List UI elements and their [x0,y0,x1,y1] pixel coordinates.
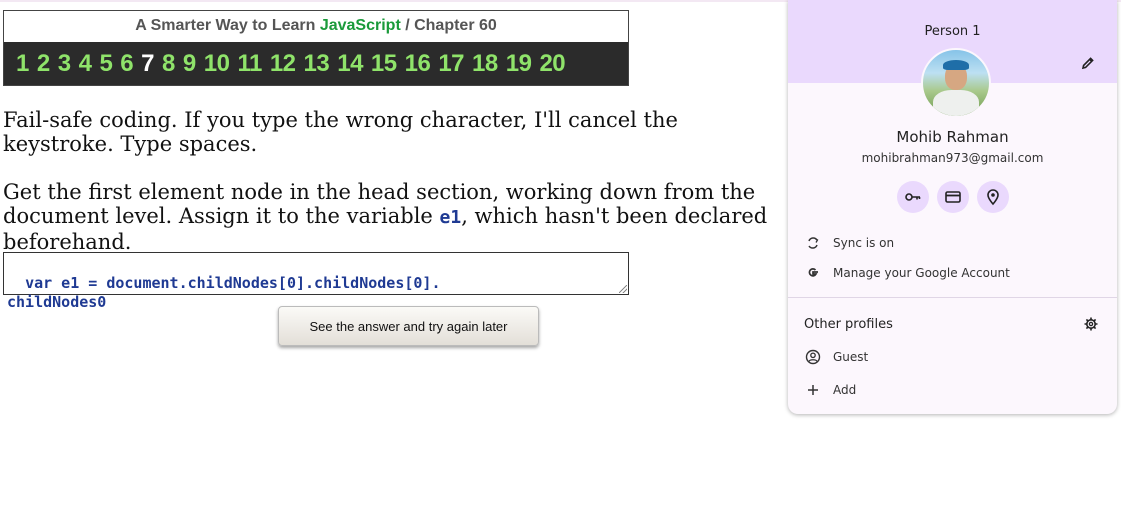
plus-icon [804,381,822,399]
chapter-link-9[interactable]: 9 [183,50,196,78]
title-prefix: A Smarter Way to Learn [135,17,320,34]
avatar-body [933,90,979,116]
profile-menu: Person 1 Mohib Rahman mohibrahman973@gma… [788,0,1117,414]
chapter-link-6[interactable]: 6 [120,50,133,78]
resize-handle[interactable] [619,285,627,293]
profile-label: Person 1 [924,24,981,39]
chapter-link-12[interactable]: 12 [270,50,296,78]
avatar[interactable] [921,48,991,118]
payment-methods-button[interactable] [937,181,969,213]
chapter-link-1[interactable]: 1 [16,50,29,78]
avatar-hair [943,60,969,70]
card-icon [945,191,961,203]
instruction-paragraph-1: Fail-safe coding. If you type the wrong … [3,108,678,156]
chapter-link-18[interactable]: 18 [472,50,498,78]
answer-input[interactable]: var e1 = document.childNodes[0].childNod… [3,252,629,311]
manage-account-label: Manage your Google Account [833,266,1010,280]
sync-row[interactable]: Sync is on [804,234,894,252]
addresses-button[interactable] [977,181,1009,213]
chapter-link-14[interactable]: 14 [337,50,363,78]
guest-profile-row[interactable]: Guest [804,348,868,366]
location-icon [987,189,999,206]
edit-icon[interactable] [1080,55,1096,71]
chapter-nav: 1 2 3 4 5 6 7 8 9 10 11 12 13 14 15 16 17 18 19 20 [4,42,628,85]
divider [788,297,1117,298]
page-title: A Smarter Way to Learn JavaScript / Chap… [4,11,628,41]
google-icon [804,264,822,282]
chapter-link-15[interactable]: 15 [371,50,397,78]
key-icon [905,193,921,201]
chapter-link-3[interactable]: 3 [58,50,71,78]
chapter-link-2[interactable]: 2 [37,50,50,78]
other-profiles-heading: Other profiles [804,317,893,332]
gear-icon[interactable] [1083,316,1099,332]
title-javascript: JavaScript [319,17,401,34]
chapter-link-7[interactable]: 7 [141,50,154,78]
chapter-link-11[interactable]: 11 [237,50,262,78]
chapter-link-4[interactable]: 4 [79,50,92,78]
sync-icon [804,234,822,252]
passwords-button[interactable] [897,181,929,213]
see-answer-button[interactable]: See the answer and try again later [278,306,539,346]
chapter-link-13[interactable]: 13 [304,50,330,78]
chapter-link-10[interactable]: 10 [204,50,230,78]
chapter-link-20[interactable]: 20 [539,50,565,78]
title-suffix: / Chapter 60 [400,17,497,34]
chapter-link-17[interactable]: 17 [438,50,464,78]
chapter-link-16[interactable]: 16 [405,50,431,78]
chapter-link-8[interactable]: 8 [162,50,175,78]
manage-account-row[interactable]: Manage your Google Account [804,264,1010,282]
add-label: Add [833,383,857,397]
add-profile-row[interactable]: Add [804,381,856,399]
account-name: Mohib Rahman [896,128,1009,146]
account-email: mohibrahman973@gmail.com [861,151,1044,165]
sync-label: Sync is on [833,236,895,250]
chapter-link-5[interactable]: 5 [99,50,112,78]
instruction-paragraph-2: Get the first element node in the head s… [3,180,783,254]
chapter-header: A Smarter Way to Learn JavaScript / Chap… [3,10,629,86]
chapter-link-19[interactable]: 19 [506,50,532,78]
guest-label: Guest [833,350,869,364]
person-icon [804,348,822,366]
variable-name-code: e1 [439,207,462,228]
